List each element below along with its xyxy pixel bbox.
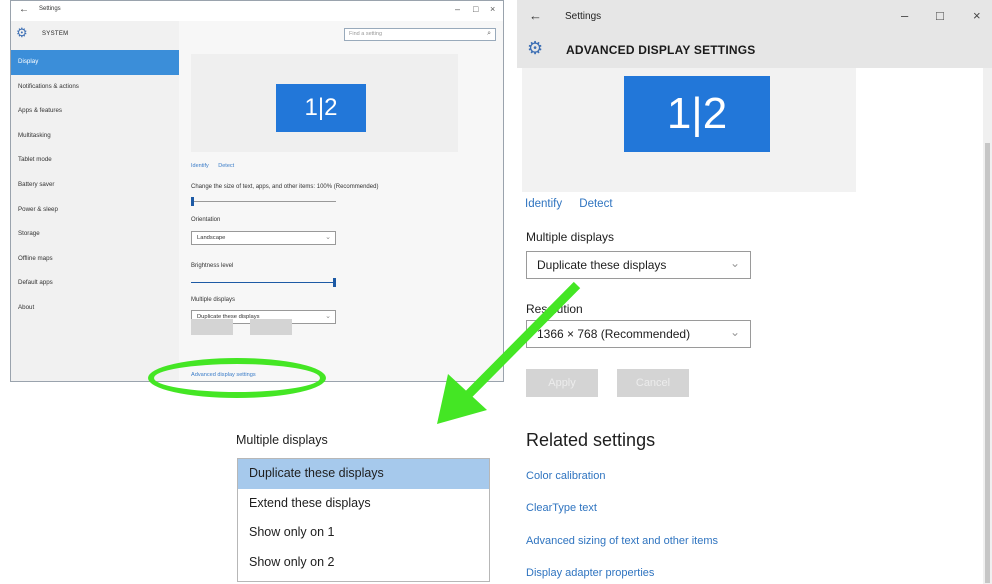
dropdown-option-duplicate[interactable]: Duplicate these displays <box>238 459 489 489</box>
dropdown-label: Multiple displays <box>236 433 328 447</box>
dropdown-option-show-only-2[interactable]: Show only on 2 <box>238 548 489 578</box>
multiple-displays-dropdown: Duplicate these displays Extend these di… <box>237 458 490 582</box>
dropdown-option-extend[interactable]: Extend these displays <box>238 489 489 519</box>
screenshot-stage: ← Settings – □ × ⚙ SYSTEM Display Notifi… <box>0 0 992 584</box>
dropdown-option-show-only-1[interactable]: Show only on 1 <box>238 518 489 548</box>
green-arrow-icon <box>437 281 581 424</box>
arrow-shaft <box>459 281 581 404</box>
